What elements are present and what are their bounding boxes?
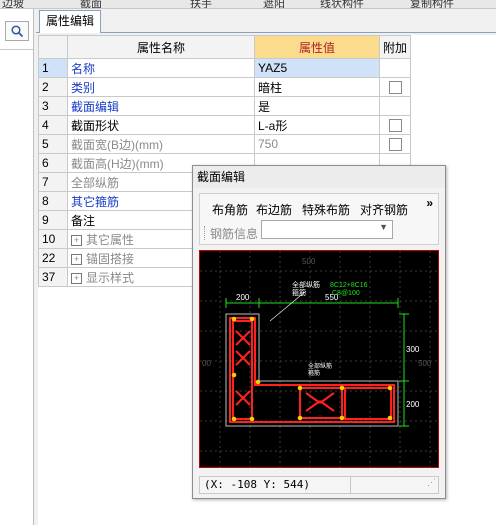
- tab-property-edit[interactable]: 属性编辑: [39, 10, 102, 33]
- attach-checkbox[interactable]: [388, 119, 402, 133]
- row-index[interactable]: 3: [38, 96, 68, 116]
- dialog-title[interactable]: 截面编辑: [193, 166, 445, 188]
- table-row[interactable]: 3 截面编辑 是: [38, 96, 412, 116]
- row-name-label: 锚固搭接: [86, 251, 135, 266]
- coordinate-status-bar: (X: -108 Y: 544) ⋰: [199, 476, 439, 494]
- row-name-label: 截面高(H边)(mm): [71, 156, 164, 171]
- dim-top-left: 200: [236, 293, 250, 302]
- chevron-down-icon: ▼: [379, 222, 388, 232]
- tab-bar: 属性编辑: [36, 9, 496, 33]
- table-row[interactable]: 4 截面形状 L-a形: [38, 115, 412, 135]
- annot-green-rebar: 8C12+8C16: [330, 282, 368, 289]
- header-name: 属性名称: [67, 35, 255, 59]
- row-extra: [378, 58, 412, 78]
- row-index[interactable]: 22: [38, 248, 68, 268]
- row-index[interactable]: 2: [38, 77, 68, 97]
- toolbar-item[interactable]: 线状构件: [320, 0, 364, 8]
- section-canvas[interactable]: 500 00 500 200 550 300 200 全部纵筋 箍筋 8C12+…: [199, 250, 439, 468]
- left-panel: [0, 9, 34, 525]
- row-name-label: 显示样式: [86, 270, 135, 285]
- row-name: 截面形状: [67, 115, 255, 135]
- expand-icon[interactable]: +: [71, 234, 82, 246]
- toolbar-item[interactable]: 扶手: [190, 0, 212, 8]
- toolbar-item[interactable]: 复制构件: [410, 0, 454, 8]
- toolbar-grip[interactable]: [204, 226, 208, 240]
- dim-right-top: 300: [406, 345, 420, 354]
- grid-label-left: 00: [202, 359, 211, 368]
- row-name-label: 截面形状: [71, 118, 120, 133]
- search-button[interactable]: [5, 21, 29, 41]
- annot-green-stirrup: C8@100: [332, 290, 360, 297]
- expand-icon[interactable]: +: [71, 272, 82, 284]
- section-edit-dialog: 截面编辑 布角筋 布边筋 特殊布筋 对齐钢筋 » 钢筋信息 ▼ 500 00 5…: [192, 165, 446, 499]
- row-name-label: 截面编辑: [71, 99, 120, 114]
- row-extra: [378, 115, 412, 135]
- header-value: 属性值: [254, 35, 380, 59]
- expand-icon[interactable]: +: [71, 253, 82, 265]
- row-name: 截面编辑: [67, 96, 255, 116]
- row-index[interactable]: 4: [38, 115, 68, 135]
- row-extra: [378, 96, 412, 116]
- row-extra: [378, 134, 412, 154]
- toolbar-item[interactable]: 边坡: [2, 0, 24, 8]
- toolbar-item[interactable]: 遮阳: [263, 0, 285, 8]
- row-index[interactable]: 10: [38, 229, 68, 249]
- grid-label-right: 500: [418, 359, 432, 368]
- table-row[interactable]: 1 名称 YAZ5: [38, 58, 412, 78]
- header-index: [38, 35, 68, 59]
- resize-grip-icon[interactable]: ⋰: [427, 475, 436, 491]
- table-row[interactable]: 5 截面宽(B边)(mm) 750: [38, 134, 412, 154]
- annot-rebar-all-2: 全部纵筋: [308, 362, 332, 370]
- attach-checkbox[interactable]: [388, 138, 402, 152]
- row-extra: [378, 77, 412, 97]
- row-index[interactable]: 5: [38, 134, 68, 154]
- header-extra: 附加: [378, 35, 412, 59]
- row-index[interactable]: 1: [38, 58, 68, 78]
- section-drawing[interactable]: 500 00 500 200 550 300 200 全部纵筋 箍筋 8C12+…: [200, 251, 438, 467]
- row-name-label: 备注: [71, 213, 96, 228]
- row-name-label: 类别: [71, 80, 96, 95]
- table-row[interactable]: 2 类别 暗柱: [38, 77, 412, 97]
- corner-rebar-button[interactable]: 布角筋: [212, 201, 248, 218]
- row-index[interactable]: 6: [38, 153, 68, 173]
- row-value[interactable]: 是: [254, 96, 380, 116]
- row-name: 类别: [67, 77, 255, 97]
- annot-rebar-all: 全部纵筋: [292, 280, 320, 289]
- grid-label-top: 500: [302, 257, 316, 266]
- special-rebar-button[interactable]: 特殊布筋: [302, 201, 350, 218]
- row-name-label: 全部纵筋: [71, 175, 120, 190]
- row-index[interactable]: 8: [38, 191, 68, 211]
- status-divider: [350, 477, 351, 493]
- table-header-row: 属性名称 属性值 附加: [38, 35, 412, 59]
- coordinate-readout: (X: -108 Y: 544): [204, 478, 310, 491]
- row-index[interactable]: 9: [38, 210, 68, 230]
- rebar-info-select[interactable]: ▼: [261, 220, 393, 239]
- row-value[interactable]: 750: [254, 134, 380, 154]
- row-name-label: 名称: [71, 61, 96, 76]
- edge-rebar-button[interactable]: 布边筋: [256, 201, 292, 218]
- annot-stirrup-2: 箍筋: [308, 369, 320, 377]
- toolbar-more-icon[interactable]: »: [426, 196, 433, 210]
- row-value[interactable]: YAZ5: [254, 58, 380, 78]
- row-name: 截面宽(B边)(mm): [67, 134, 255, 154]
- row-name: 名称: [67, 58, 255, 78]
- align-rebar-button[interactable]: 对齐钢筋: [360, 201, 408, 218]
- row-value[interactable]: L-a形: [254, 115, 380, 135]
- row-name-label: 其它属性: [86, 232, 135, 247]
- rebar-info-label: 钢筋信息: [210, 227, 259, 241]
- attach-checkbox[interactable]: [388, 81, 402, 95]
- left-divider: [0, 49, 33, 50]
- row-index[interactable]: 37: [38, 267, 68, 287]
- search-icon: [10, 24, 23, 37]
- dim-right-bottom: 200: [406, 400, 420, 409]
- row-value[interactable]: 暗柱: [254, 77, 380, 97]
- top-toolbar-strip: 边坡 截面 扶手 遮阳 线状构件 复制构件: [0, 0, 496, 9]
- row-name-label: 其它箍筋: [71, 194, 120, 209]
- toolbar-item[interactable]: 截面: [80, 0, 102, 8]
- dialog-toolbar: 布角筋 布边筋 特殊布筋 对齐钢筋 » 钢筋信息 ▼: [199, 193, 439, 245]
- row-name-label: 截面宽(B边)(mm): [71, 137, 163, 152]
- row-index[interactable]: 7: [38, 172, 68, 192]
